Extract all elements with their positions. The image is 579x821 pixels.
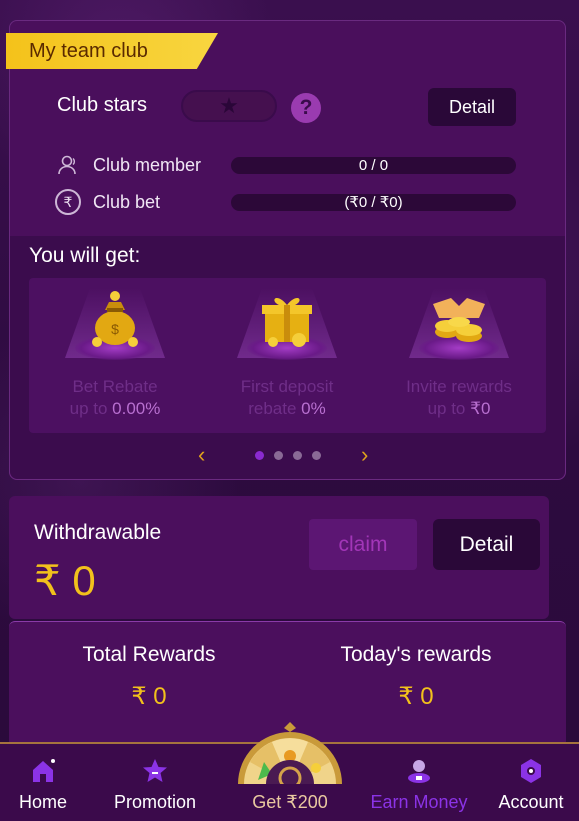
withdraw-detail-button[interactable]: Detail (433, 519, 540, 570)
earn-money-icon (408, 760, 430, 783)
pager-dot[interactable] (293, 451, 302, 460)
nav-label: Promotion (113, 792, 197, 812)
nav-promotion[interactable]: Promotion (100, 744, 210, 821)
reward-card-invite[interactable]: Invite rewards up to ₹0 (373, 278, 545, 433)
home-icon (33, 759, 55, 782)
reward-card-first-deposit[interactable]: First deposit rebate 0% (201, 278, 373, 433)
nav-home[interactable]: Home (0, 744, 86, 821)
reward-title: Invite rewards (406, 377, 512, 396)
reward-title: Bet Rebate (72, 377, 158, 396)
pager-dot[interactable] (312, 451, 321, 460)
help-icon[interactable]: ? (291, 93, 321, 123)
svg-text:$: $ (111, 321, 119, 337)
nav-label: Earn Money (370, 792, 468, 812)
person-icon (55, 152, 81, 178)
pager-dot[interactable] (274, 451, 283, 460)
today-rewards-value: ₹ 0 (398, 683, 434, 710)
reward-subtitle: up to ₹0 (427, 399, 491, 418)
club-stars-indicator: ★ (181, 90, 277, 122)
club-member-progress: 0 / 0 (231, 157, 516, 174)
withdrawable-label: Withdrawable (34, 521, 162, 544)
lucky-wheel-icon[interactable] (236, 722, 344, 784)
gift-box-icon (262, 297, 312, 347)
account-icon (521, 759, 541, 783)
handshake-coins-icon (433, 298, 485, 342)
club-detail-button[interactable]: Detail (428, 88, 516, 126)
reward-card-bet-rebate[interactable]: $ Bet Rebate up to 0.00% (29, 278, 201, 433)
pager-dot[interactable] (255, 451, 264, 460)
club-member-row: Club member (55, 151, 201, 179)
team-club-card: My team club Club stars ★ ? Detail Club … (6, 20, 566, 480)
money-bag-icon: $ (92, 291, 138, 347)
nav-account[interactable]: Account (488, 744, 574, 821)
reward-subtitle: up to 0.00% (69, 399, 161, 418)
rewards-carousel[interactable]: $ Bet Rebate up to 0.00% First deposit r… (29, 278, 546, 433)
club-member-label: Club member (93, 154, 202, 175)
nav-label: Account (498, 792, 564, 812)
reward-title: First deposit (240, 377, 334, 396)
rewards-heading: You will get: (29, 244, 141, 267)
rupee-icon: ₹ (55, 189, 81, 215)
reward-subtitle: rebate 0% (248, 399, 326, 418)
today-rewards-label: Today's rewards (340, 643, 492, 666)
nav-earn-money[interactable]: Earn Money (360, 744, 478, 821)
nav-label: Get ₹200 (252, 792, 328, 812)
claim-button[interactable]: claim (309, 519, 417, 570)
total-rewards-value: ₹ 0 (131, 683, 167, 710)
total-rewards-label: Total Rewards (82, 643, 216, 666)
withdrawable-amount: ₹ 0 (34, 557, 96, 604)
star-icon: ★ (219, 93, 239, 118)
promotion-icon (143, 759, 167, 782)
club-bet-row: ₹ Club bet (55, 188, 160, 216)
chevron-right-icon[interactable]: › (361, 444, 368, 466)
club-stars-label: Club stars (57, 94, 148, 116)
carousel-pager: ‹ › (10, 444, 565, 466)
nav-label: Home (18, 792, 67, 812)
team-club-ribbon-title: My team club (6, 33, 218, 69)
chevron-left-icon[interactable]: ‹ (198, 444, 205, 466)
club-bet-progress: (₹0 / ₹0) (231, 194, 516, 211)
club-bet-label: Club bet (93, 191, 161, 212)
